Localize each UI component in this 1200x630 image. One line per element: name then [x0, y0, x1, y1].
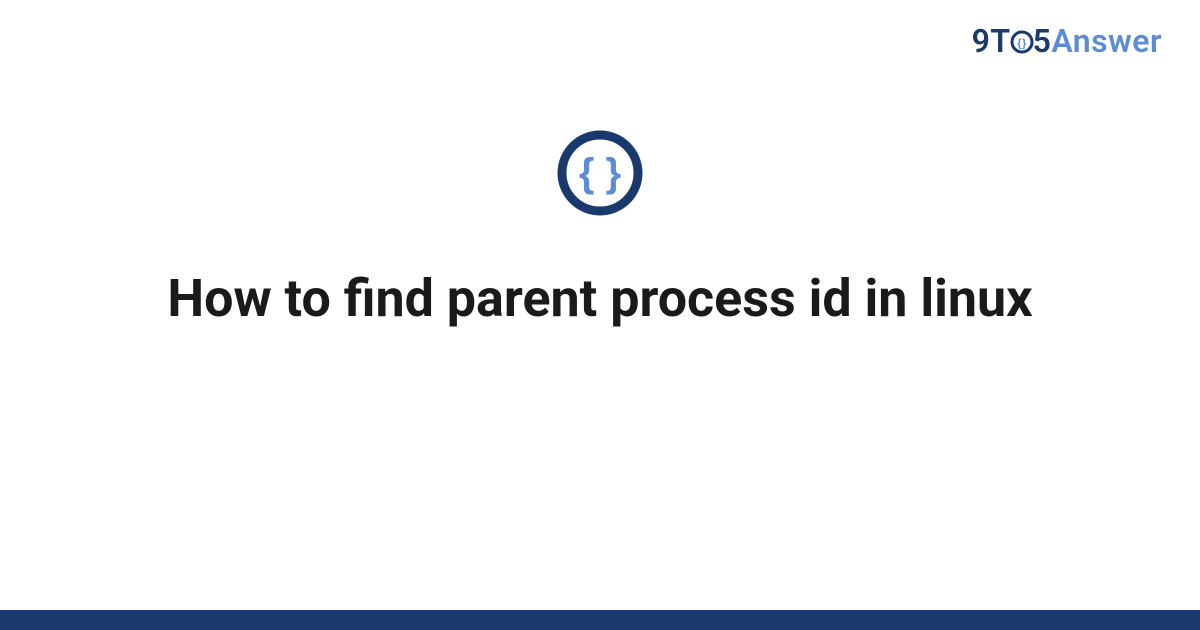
brand-five: 5	[1033, 22, 1052, 60]
page-title: How to find parent process id in linux	[107, 266, 1092, 331]
svg-text:{}: {}	[1017, 38, 1027, 50]
brand-answer: Answer	[1051, 22, 1162, 60]
svg-text:{ }: { }	[579, 151, 621, 195]
brand-circle-icon: {}	[1010, 30, 1034, 54]
footer-accent-bar	[0, 610, 1200, 630]
main-content: { } How to find parent process id in lin…	[0, 0, 1200, 630]
brand-logo: 9T {} 5Answer	[972, 22, 1162, 60]
brand-t: T	[990, 22, 1010, 60]
brand-nine: 9	[972, 22, 991, 60]
code-braces-icon: { }	[555, 128, 645, 218]
